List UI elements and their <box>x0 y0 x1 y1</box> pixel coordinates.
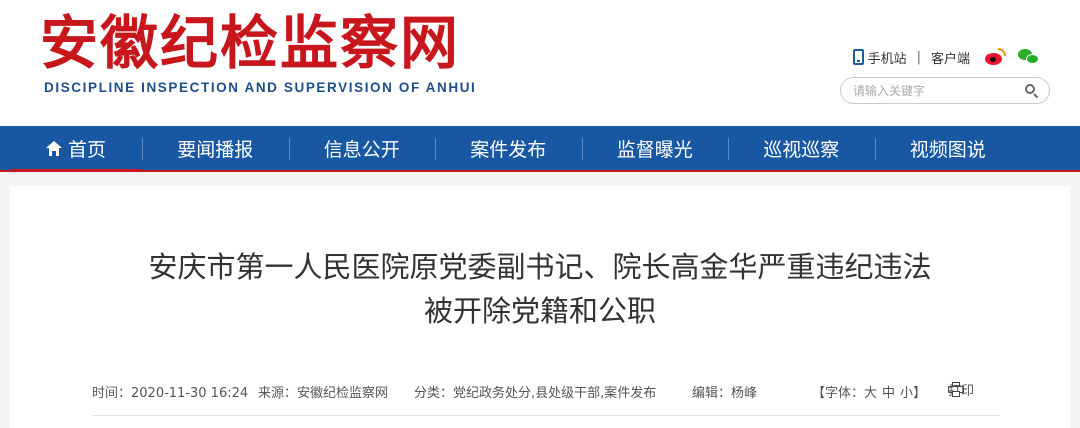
weibo-icon[interactable] <box>984 48 1006 66</box>
site-logo-english: DISCIPLINE INSPECTION AND SUPERVISION OF… <box>44 80 477 95</box>
article-editor: 编辑：杨峰 <box>692 386 758 401</box>
search-icon[interactable] <box>1025 84 1039 99</box>
nav-divider <box>435 138 436 160</box>
nav-divider <box>874 138 876 160</box>
nav-item-label: 巡视巡察 <box>763 138 840 161</box>
print-button[interactable]: 打印 <box>948 380 974 399</box>
nav-item-label: 监督曝光 <box>616 138 693 161</box>
wechat-icon[interactable] <box>1018 48 1040 66</box>
nav-divider <box>142 138 143 160</box>
article-title: 安庆市第一人民医院原党委副书记、院长高金华严重违纪违法 被开除党籍和公职 <box>10 245 1070 333</box>
nav-item-label: 信息公开 <box>323 138 400 161</box>
search-box <box>840 77 1050 104</box>
nav-divider <box>581 138 583 160</box>
link-separator: | <box>916 49 921 65</box>
nav-item-label: 视频图说 <box>909 138 986 161</box>
client-app-link[interactable]: 客户端 <box>931 48 970 67</box>
article-title-line2: 被开除党籍和公职 <box>423 294 656 328</box>
font-size-suffix: 】 <box>913 386 927 401</box>
mobile-site-link[interactable]: 手机站 <box>852 48 907 67</box>
nav-item-label: 要闻播报 <box>177 138 254 161</box>
nav-item-case-release[interactable]: 案件发布 <box>435 126 582 170</box>
font-size-small-button[interactable]: 小 <box>900 382 913 401</box>
client-app-label: 客户端 <box>930 51 970 67</box>
article-category: 分类：党纪政务处分,县处级干部,案件发布 <box>414 386 657 401</box>
site-header: 安徽纪检监察网 DISCIPLINE INSPECTION AND SUPERV… <box>0 0 1080 126</box>
site-logo[interactable]: 安徽纪检监察网 <box>40 10 460 76</box>
nav-item-supervision-exposure[interactable]: 监督曝光 <box>581 126 729 170</box>
font-size-medium-button[interactable]: 中 <box>882 382 895 401</box>
nav-item-home[interactable]: 首页 <box>10 126 142 170</box>
main-nav: 首页 要闻播报 信息公开 案件发布 监督曝光 巡视巡察 视频图说 <box>0 126 1080 172</box>
nav-item-inspection[interactable]: 巡视巡察 <box>728 126 875 170</box>
home-icon <box>45 140 62 156</box>
nav-divider <box>728 138 729 160</box>
article-source: 来源：安徽纪检监察网 <box>258 386 389 401</box>
mobile-site-label: 手机站 <box>867 51 907 67</box>
article-meta: 时间：2020-11-30 16:24 来源：安徽纪检监察网 分类：党纪政务处分… <box>92 380 1000 402</box>
font-size-prefix: 【字体： <box>812 386 865 401</box>
search-input[interactable] <box>853 82 1013 100</box>
nav-item-video-pictures[interactable]: 视频图说 <box>874 126 1022 170</box>
phone-icon <box>852 49 864 65</box>
top-links: 手机站 | 客户端 <box>852 46 1040 68</box>
nav-item-label: 首页 <box>67 138 106 161</box>
nav-item-info-disclosure[interactable]: 信息公开 <box>288 126 436 170</box>
nav-item-news[interactable]: 要闻播报 <box>142 126 289 170</box>
meta-divider <box>92 415 1000 416</box>
printer-icon <box>948 382 964 397</box>
font-size-control: 【字体： 大 中 小 】 <box>812 382 926 401</box>
publish-time: 时间：2020-11-30 16:24 <box>92 386 249 401</box>
nav-divider <box>288 138 290 160</box>
nav-item-label: 案件发布 <box>470 138 547 161</box>
article-title-line1: 安庆市第一人民医院原党委副书记、院长高金华严重违纪违法 <box>148 250 932 284</box>
font-size-large-button[interactable]: 大 <box>864 382 877 401</box>
